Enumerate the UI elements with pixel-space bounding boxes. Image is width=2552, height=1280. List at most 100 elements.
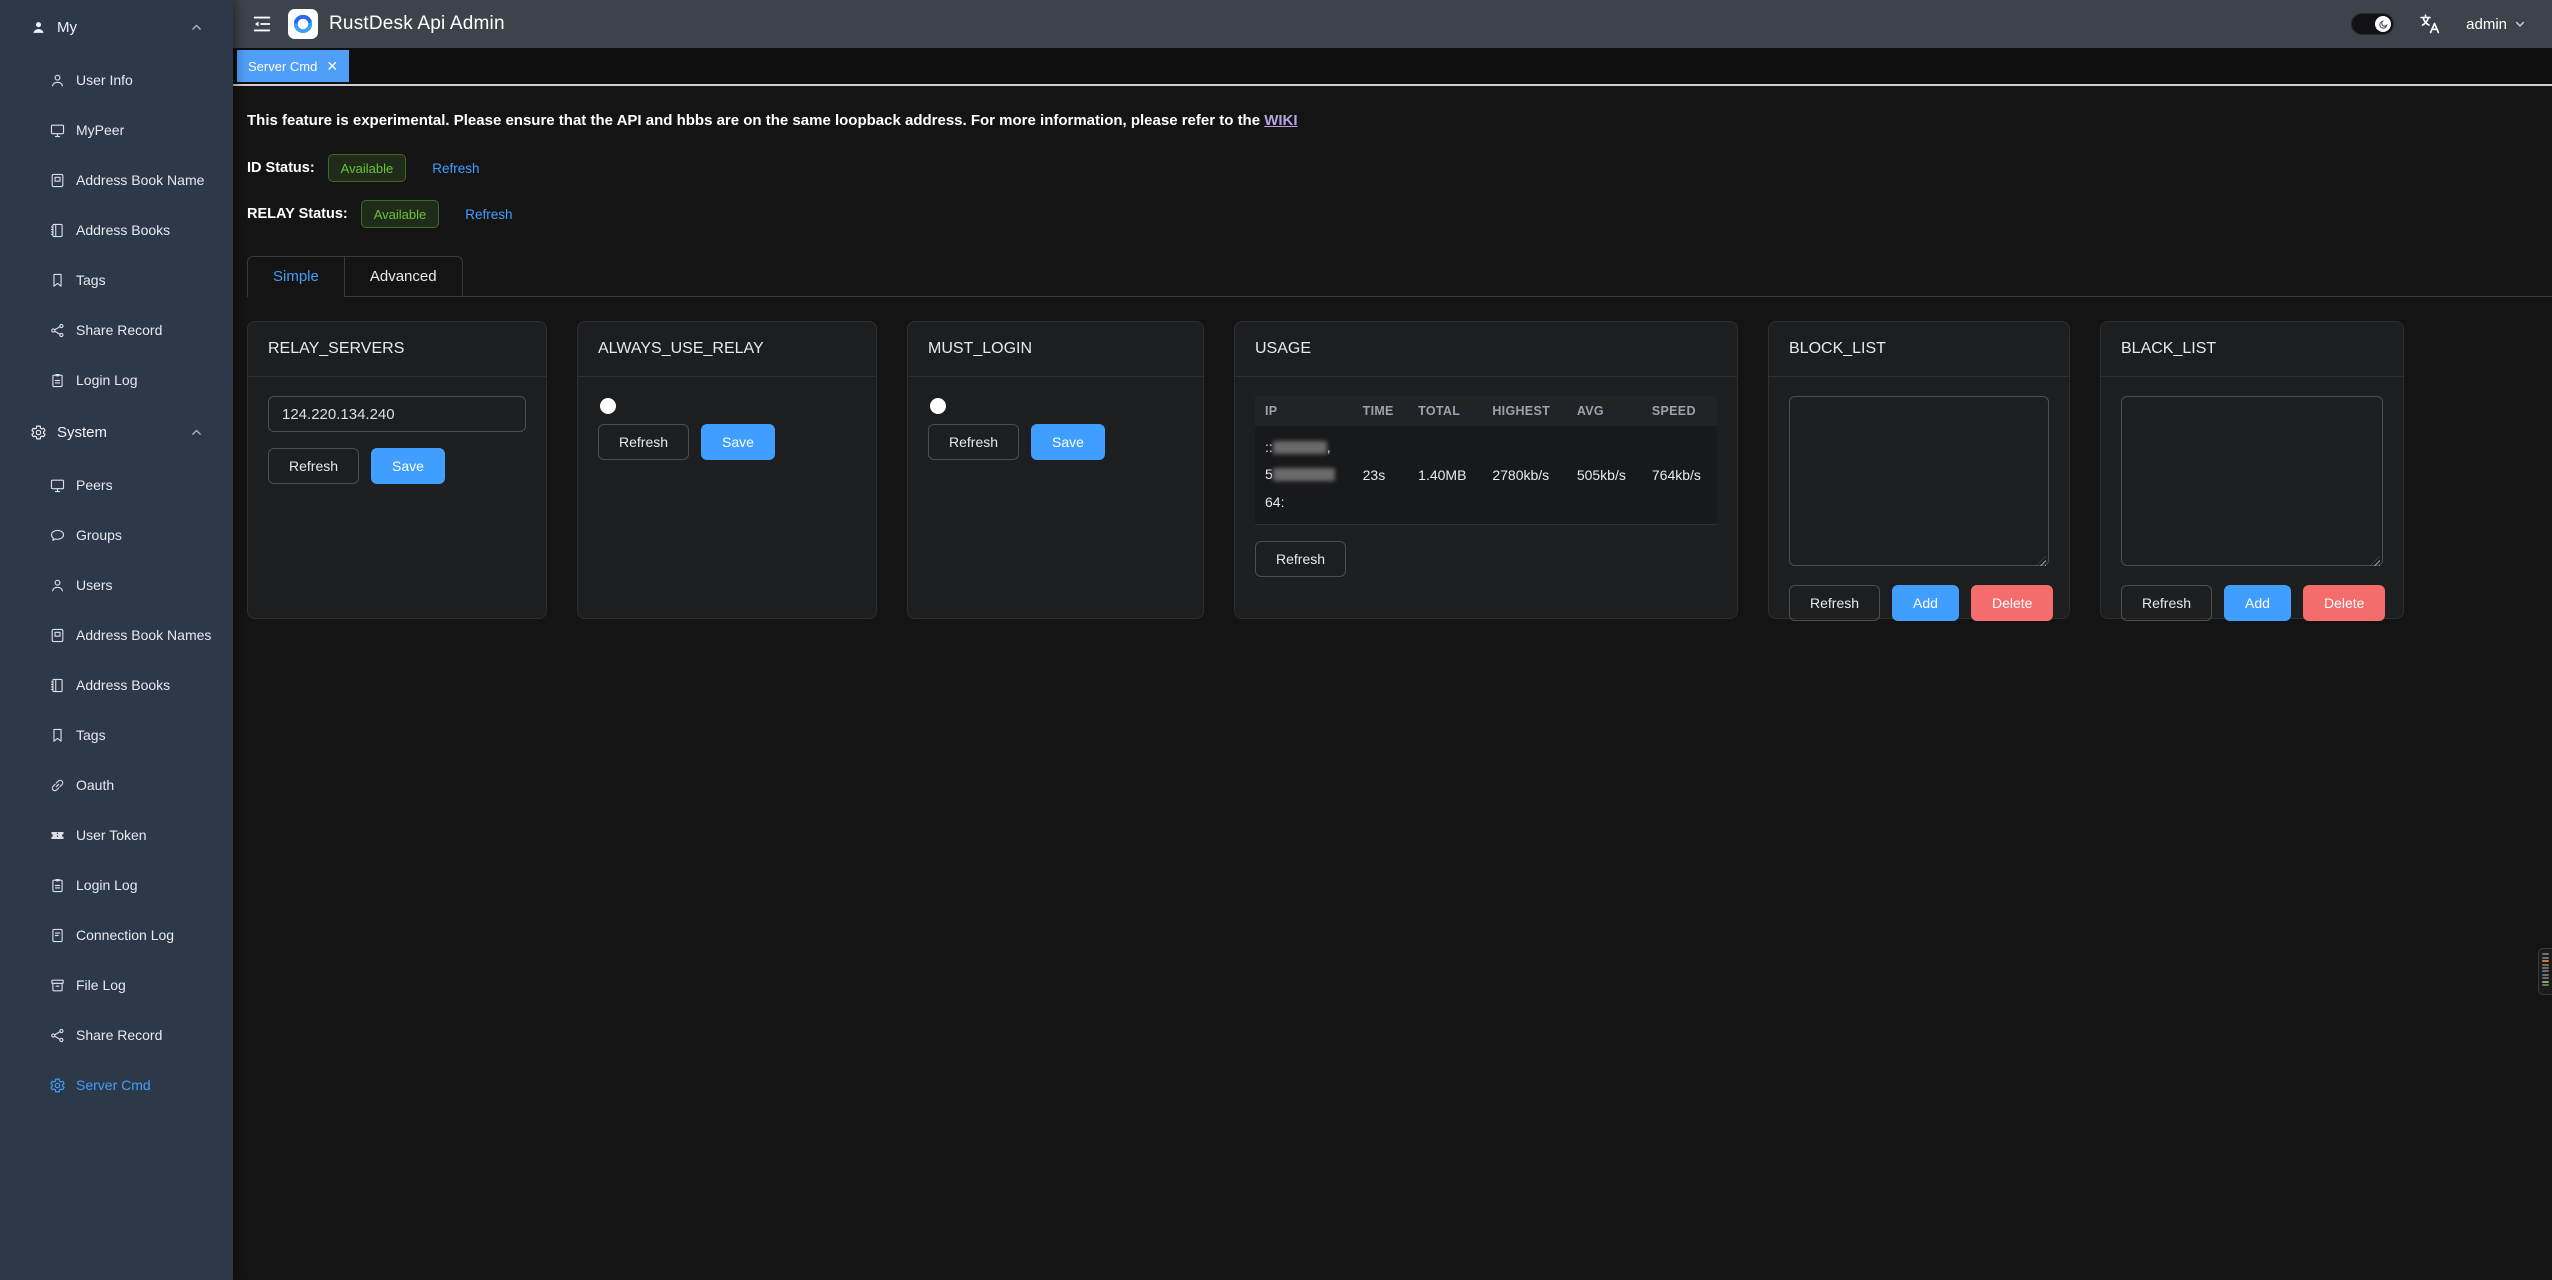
sidebar-item-label: Address Book Names bbox=[76, 627, 211, 643]
id-status-label: ID Status: bbox=[247, 160, 315, 176]
id-status-row: ID Status: Available Refresh bbox=[247, 153, 2552, 183]
sidebar-item-label: Peers bbox=[76, 477, 113, 493]
relay-servers-input[interactable] bbox=[268, 396, 526, 432]
toggle-knob bbox=[2375, 16, 2391, 32]
refresh-button[interactable]: Refresh bbox=[928, 424, 1019, 460]
moon-icon bbox=[2378, 19, 2389, 30]
translate-icon[interactable] bbox=[2418, 12, 2442, 36]
sidebar-item-label: Login Log bbox=[76, 372, 138, 388]
sidebar-item-label: Oauth bbox=[76, 777, 114, 793]
add-button[interactable]: Add bbox=[1892, 585, 1959, 621]
link-icon bbox=[49, 777, 66, 794]
sidebar-item-login-log[interactable]: Login Log bbox=[0, 355, 233, 405]
status-badge: Available bbox=[328, 154, 407, 182]
add-button[interactable]: Add bbox=[2224, 585, 2291, 621]
card-usage: USAGE IP TIME TOTAL HIGHEST AVG SPEED bbox=[1234, 321, 1738, 619]
refresh-button[interactable]: Refresh bbox=[2121, 585, 2212, 621]
col-header-time: TIME bbox=[1353, 396, 1409, 426]
cell-speed: 764kb/s bbox=[1642, 426, 1717, 524]
share-icon bbox=[49, 1027, 66, 1044]
refresh-button[interactable]: Refresh bbox=[268, 448, 359, 484]
sidebar-group-system[interactable]: System bbox=[0, 405, 233, 460]
sidebar-group-label: System bbox=[57, 424, 107, 441]
relay-status-refresh-link[interactable]: Refresh bbox=[465, 207, 512, 222]
sidebar-item-peers[interactable]: Peers bbox=[0, 460, 233, 510]
relay-status-row: RELAY Status: Available Refresh bbox=[247, 199, 2552, 229]
card-block-list: BLOCK_LIST Refresh Add Delete bbox=[1768, 321, 2070, 619]
save-button[interactable]: Save bbox=[1031, 424, 1105, 460]
cell-ip: ::, 5 64: bbox=[1255, 426, 1353, 524]
sidebar-menu: MyUser InfoMyPeerAddress Book NameAddres… bbox=[0, 0, 233, 1110]
tab-label: Server Cmd bbox=[248, 59, 317, 74]
wiki-link[interactable]: WIKI bbox=[1264, 112, 1297, 129]
sidebar-item-label: Login Log bbox=[76, 877, 138, 893]
sidebar-item-address-books[interactable]: Address Books bbox=[0, 660, 233, 710]
sidebar-item-label: Server Cmd bbox=[76, 1077, 151, 1093]
sidebar-item-address-books[interactable]: Address Books bbox=[0, 205, 233, 255]
refresh-button[interactable]: Refresh bbox=[598, 424, 689, 460]
sidebar-item-user-info[interactable]: User Info bbox=[0, 55, 233, 105]
card-title: RELAY_SERVERS bbox=[248, 322, 546, 377]
edge-minimap-widget[interactable] bbox=[2538, 948, 2552, 995]
notebook-icon bbox=[49, 222, 66, 239]
sidebar-item-login-log[interactable]: Login Log bbox=[0, 860, 233, 910]
tag-close-icon[interactable]: ✕ bbox=[326, 59, 338, 73]
sidebar-item-label: Tags bbox=[76, 727, 106, 743]
card-title: BLOCK_LIST bbox=[1769, 322, 2069, 377]
sidebar-item-groups[interactable]: Groups bbox=[0, 510, 233, 560]
tags-view-bar: Server Cmd ✕ bbox=[233, 48, 2552, 86]
sidebar-item-user-token[interactable]: User Token bbox=[0, 810, 233, 860]
tab-server-cmd[interactable]: Server Cmd ✕ bbox=[237, 50, 349, 82]
sidebar-item-tags[interactable]: Tags bbox=[0, 710, 233, 760]
refresh-button[interactable]: Refresh bbox=[1255, 541, 1346, 577]
sidebar-item-address-book-names[interactable]: Address Book Names bbox=[0, 610, 233, 660]
sidebar-item-connection-log[interactable]: Connection Log bbox=[0, 910, 233, 960]
settings-cards: RELAY_SERVERS Refresh Save ALWAYS_USE_RE… bbox=[247, 321, 2552, 619]
block-list-textarea[interactable] bbox=[1789, 396, 2049, 566]
save-button[interactable]: Save bbox=[371, 448, 445, 484]
monitor-icon bbox=[49, 477, 66, 494]
mode-tabs: Simple Advanced bbox=[247, 256, 2552, 297]
chevron-down-icon bbox=[2514, 18, 2526, 30]
tab-simple[interactable]: Simple bbox=[247, 256, 345, 296]
card-title: BLACK_LIST bbox=[2101, 322, 2403, 377]
card-title: USAGE bbox=[1235, 322, 1737, 377]
sidebar-item-share-record[interactable]: Share Record bbox=[0, 305, 233, 355]
archive-icon bbox=[49, 977, 66, 994]
clipboard-icon bbox=[49, 372, 66, 389]
col-header-avg: AVG bbox=[1567, 396, 1642, 426]
rustdesk-logo bbox=[288, 9, 318, 39]
col-header-speed: SPEED bbox=[1642, 396, 1717, 426]
sidebar-group-my[interactable]: My bbox=[0, 0, 233, 55]
chat-icon bbox=[49, 527, 66, 544]
sidebar-item-tags[interactable]: Tags bbox=[0, 255, 233, 305]
gear-icon bbox=[49, 1077, 66, 1094]
sidebar-item-oauth[interactable]: Oauth bbox=[0, 760, 233, 810]
menu-fold-icon[interactable] bbox=[251, 13, 273, 35]
address-book-icon bbox=[49, 172, 66, 189]
sidebar-item-file-log[interactable]: File Log bbox=[0, 960, 233, 1010]
col-header-ip: IP bbox=[1255, 396, 1353, 426]
document-icon bbox=[49, 927, 66, 944]
topbar: RustDesk Api Admin admin bbox=[233, 0, 2552, 48]
cell-avg: 505kb/s bbox=[1567, 426, 1642, 524]
sidebar-item-mypeer[interactable]: MyPeer bbox=[0, 105, 233, 155]
redacted-ip-segment bbox=[1273, 441, 1327, 454]
id-status-refresh-link[interactable]: Refresh bbox=[432, 161, 479, 176]
col-header-highest: HIGHEST bbox=[1482, 396, 1566, 426]
user-menu[interactable]: admin bbox=[2466, 16, 2526, 33]
sidebar-item-share-record[interactable]: Share Record bbox=[0, 1010, 233, 1060]
delete-button[interactable]: Delete bbox=[1971, 585, 2053, 621]
save-button[interactable]: Save bbox=[701, 424, 775, 460]
sidebar-item-address-book-name[interactable]: Address Book Name bbox=[0, 155, 233, 205]
sidebar-item-label: MyPeer bbox=[76, 122, 124, 138]
delete-button[interactable]: Delete bbox=[2303, 585, 2385, 621]
refresh-button[interactable]: Refresh bbox=[1789, 585, 1880, 621]
sidebar-item-server-cmd[interactable]: Server Cmd bbox=[0, 1060, 233, 1110]
sidebar: MyUser InfoMyPeerAddress Book NameAddres… bbox=[0, 0, 233, 1280]
sidebar-item-users[interactable]: Users bbox=[0, 560, 233, 610]
tab-advanced[interactable]: Advanced bbox=[345, 256, 463, 296]
card-must-login: MUST_LOGIN Refresh Save bbox=[907, 321, 1204, 619]
black-list-textarea[interactable] bbox=[2121, 396, 2383, 566]
dark-mode-toggle[interactable] bbox=[2351, 13, 2394, 35]
